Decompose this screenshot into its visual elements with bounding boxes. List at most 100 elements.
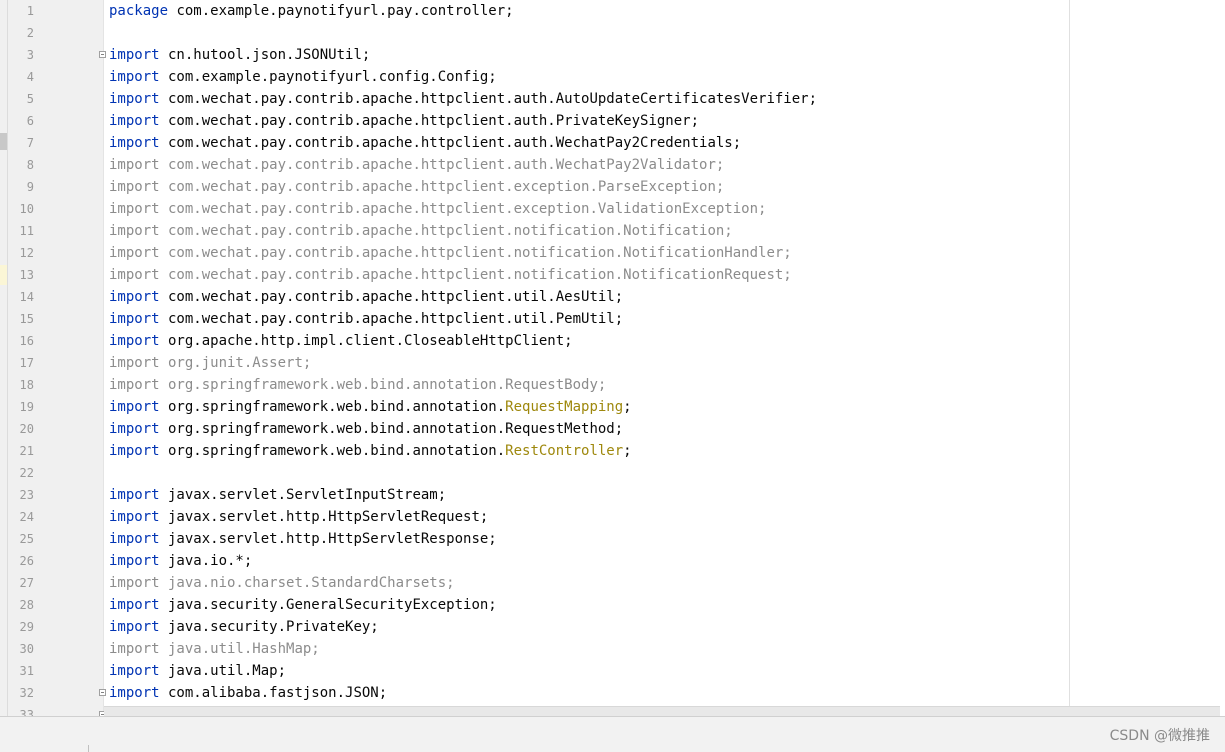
code-text: import com.wechat.pay.contrib.apache.htt…: [109, 110, 699, 132]
code-editor[interactable]: 1 package com.example.paynotifyurl.pay.co…: [0, 0, 1225, 716]
code-body: com.wechat.pay.contrib.apache.httpclient…: [159, 91, 818, 107]
code-line[interactable]: 28 import java.security.GeneralSecurityEx…: [0, 594, 1225, 616]
keyword: import: [109, 47, 160, 63]
code-line[interactable]: 11 import com.wechat.pay.contrib.apache.h…: [0, 220, 1225, 242]
code-line[interactable]: 22: [0, 462, 1225, 484]
code-line[interactable]: 1 package com.example.paynotifyurl.pay.co…: [0, 0, 1225, 22]
code-text: import javax.servlet.http.HttpServletReq…: [109, 506, 488, 528]
keyword: import: [109, 179, 160, 195]
code-line[interactable]: 18 import org.springframework.web.bind.an…: [0, 374, 1225, 396]
code-text: import java.util.HashMap;: [109, 638, 320, 660]
line-number: 16: [19, 334, 34, 348]
keyword: import: [109, 69, 160, 85]
code-text: import com.wechat.pay.contrib.apache.htt…: [109, 132, 741, 154]
code-body: com.alibaba.fastjson.JSON;: [159, 685, 388, 701]
fold-toggle-icon[interactable]: [99, 689, 106, 696]
code-line[interactable]: 32 import com.alibaba.fastjson.JSON;: [0, 682, 1225, 704]
code-line[interactable]: 4 import com.example.paynotifyurl.config.…: [0, 66, 1225, 88]
fold-toggle-icon[interactable]: [99, 51, 106, 58]
code-body: com.wechat.pay.contrib.apache.httpclient…: [159, 245, 792, 261]
code-line[interactable]: 14 import com.wechat.pay.contrib.apache.h…: [0, 286, 1225, 308]
code-text: import org.springframework.web.bind.anno…: [109, 440, 632, 462]
code-body: com.wechat.pay.contrib.apache.httpclient…: [159, 157, 725, 173]
code-text: import java.nio.charset.StandardCharsets…: [109, 572, 455, 594]
code-line[interactable]: 17 import org.junit.Assert;: [0, 352, 1225, 374]
line-number: 13: [19, 268, 34, 282]
code-line[interactable]: 3 import cn.hutool.json.JSONUtil;: [0, 44, 1225, 66]
keyword: import: [109, 135, 160, 151]
code-line[interactable]: 2: [0, 22, 1225, 44]
code-line[interactable]: 6 import com.wechat.pay.contrib.apache.ht…: [0, 110, 1225, 132]
code-line[interactable]: 24 import javax.servlet.http.HttpServletR…: [0, 506, 1225, 528]
code-text: import com.wechat.pay.contrib.apache.htt…: [109, 198, 766, 220]
code-line[interactable]: 15 import com.wechat.pay.contrib.apache.h…: [0, 308, 1225, 330]
line-number: 27: [19, 576, 34, 590]
line-number: 14: [19, 290, 34, 304]
line-number: 8: [26, 158, 34, 172]
line-number: 26: [19, 554, 34, 568]
code-line[interactable]: 9 import com.wechat.pay.contrib.apache.ht…: [0, 176, 1225, 198]
keyword: import: [109, 377, 160, 393]
code-text: import javax.servlet.http.HttpServletRes…: [109, 528, 497, 550]
code-line[interactable]: 7 import com.wechat.pay.contrib.apache.ht…: [0, 132, 1225, 154]
code-text: import com.wechat.pay.contrib.apache.htt…: [109, 264, 792, 286]
code-body: com.wechat.pay.contrib.apache.httpclient…: [159, 201, 767, 217]
code-line[interactable]: 8 import com.wechat.pay.contrib.apache.ht…: [0, 154, 1225, 176]
annotation-name: RequestMapping: [505, 399, 624, 415]
code-body: org.apache.http.impl.client.CloseableHtt…: [159, 333, 573, 349]
code-text: import com.wechat.pay.contrib.apache.htt…: [109, 88, 817, 110]
code-line[interactable]: 31 import java.util.Map;: [0, 660, 1225, 682]
code-text: import org.springframework.web.bind.anno…: [109, 374, 606, 396]
code-line[interactable]: 30 import java.util.HashMap;: [0, 638, 1225, 660]
code-body: java.security.PrivateKey;: [159, 619, 379, 635]
code-line[interactable]: 13 import com.wechat.pay.contrib.apache.h…: [0, 264, 1225, 286]
code-text: import org.junit.Assert;: [109, 352, 311, 374]
code-body: com.example.paynotifyurl.pay.controller;: [168, 3, 514, 19]
code-line[interactable]: 26 import java.io.*;: [0, 550, 1225, 572]
keyword: import: [109, 355, 160, 371]
code-line[interactable]: 10 import com.wechat.pay.contrib.apache.h…: [0, 198, 1225, 220]
line-number: 32: [19, 686, 34, 700]
code-body: com.wechat.pay.contrib.apache.httpclient…: [159, 267, 792, 283]
keyword: import: [109, 663, 160, 679]
code-body: javax.servlet.http.HttpServletResponse;: [159, 531, 497, 547]
code-line[interactable]: 29 import java.security.PrivateKey;: [0, 616, 1225, 638]
code-text: import java.security.GeneralSecurityExce…: [109, 594, 497, 616]
line-number: 2: [26, 26, 34, 40]
code-line[interactable]: 20 import org.springframework.web.bind.an…: [0, 418, 1225, 440]
code-line[interactable]: 25 import javax.servlet.http.HttpServletR…: [0, 528, 1225, 550]
line-number: 3: [26, 48, 34, 62]
code-body: java.util.HashMap;: [159, 641, 320, 657]
code-line[interactable]: 16 import org.apache.http.impl.client.Clo…: [0, 330, 1225, 352]
code-line[interactable]: 5 import com.wechat.pay.contrib.apache.ht…: [0, 88, 1225, 110]
line-number: 15: [19, 312, 34, 326]
code-text: import com.wechat.pay.contrib.apache.htt…: [109, 308, 623, 330]
line-number: 25: [19, 532, 34, 546]
line-number: 18: [19, 378, 34, 392]
code-line[interactable]: 27 import java.nio.charset.StandardCharse…: [0, 572, 1225, 594]
keyword: import: [109, 289, 160, 305]
keyword: import: [109, 113, 160, 129]
keyword: import: [109, 311, 160, 327]
code-line[interactable]: 23 import javax.servlet.ServletInputStrea…: [0, 484, 1225, 506]
code-line[interactable]: 19 import org.springframework.web.bind.an…: [0, 396, 1225, 418]
code-text: package com.example.paynotifyurl.pay.con…: [109, 0, 514, 22]
code-tail: ;: [623, 443, 632, 459]
code-text: import org.springframework.web.bind.anno…: [109, 418, 623, 440]
code-line[interactable]: 21 import org.springframework.web.bind.an…: [0, 440, 1225, 462]
code-line[interactable]: 12 import com.wechat.pay.contrib.apache.h…: [0, 242, 1225, 264]
horizontal-scrollbar[interactable]: [104, 706, 1220, 716]
keyword: import: [109, 223, 160, 239]
code-body: org.springframework.web.bind.annotation.: [159, 399, 506, 415]
code-body: javax.servlet.http.HttpServletRequest;: [159, 509, 489, 525]
keyword: import: [109, 443, 160, 459]
keyword: import: [109, 509, 160, 525]
code-text: import org.apache.http.impl.client.Close…: [109, 330, 573, 352]
line-number: 19: [19, 400, 34, 414]
code-body: com.wechat.pay.contrib.apache.httpclient…: [159, 179, 725, 195]
line-number: 33: [19, 708, 34, 716]
keyword: import: [109, 157, 160, 173]
keyword: import: [109, 399, 160, 415]
keyword: import: [109, 201, 160, 217]
status-bar: [0, 716, 1225, 752]
